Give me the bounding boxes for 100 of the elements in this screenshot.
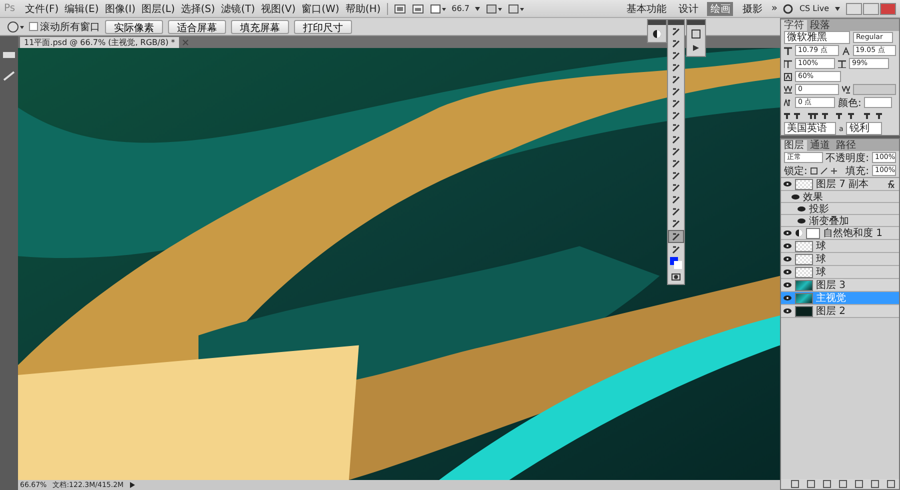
language-dropdown[interactable]: 美国英语 [784, 122, 836, 135]
layer-row[interactable]: 球 [781, 266, 899, 279]
layer-name: 图层 2 [816, 305, 846, 318]
menu-item[interactable]: 编辑(E) [64, 2, 99, 16]
scroll-all-windows-checkbox[interactable]: 滚动所有窗口 [29, 20, 100, 34]
layer-row[interactable]: 球 [781, 240, 899, 253]
tool-icon [671, 26, 681, 36]
layer-name: 球 [816, 266, 826, 279]
lock-options-icon[interactable] [810, 166, 840, 174]
tool-icon [671, 86, 681, 96]
tool-icon [671, 244, 681, 254]
zoom-preset-button[interactable]: 适合屏幕 [168, 20, 226, 34]
zoom-preset-button[interactable]: 实际像素 [105, 20, 163, 34]
kerning-icon [842, 86, 850, 94]
menu-item[interactable]: 图层(L) [142, 2, 175, 16]
eye-icon[interactable] [783, 230, 792, 236]
layer-thumbnail [795, 292, 813, 304]
eye-icon[interactable] [783, 295, 792, 301]
menu-item[interactable]: 图像(I) [104, 2, 136, 16]
screen-mode-icon[interactable] [508, 4, 524, 14]
workspace-tab[interactable]: 基本功能 [623, 2, 670, 16]
layer-row[interactable]: 图层 7 副本 [781, 178, 899, 191]
color-swatch-icon[interactable] [669, 256, 683, 270]
workspace-tab[interactable]: 设计 [675, 2, 702, 16]
menu-item[interactable]: 帮助(H) [345, 2, 381, 16]
menu-item[interactable]: 视图(V) [260, 2, 296, 16]
eye-icon[interactable] [783, 243, 792, 249]
menu-item[interactable]: 文件(F) [25, 2, 59, 16]
antialias-dropdown[interactable]: 锐利 [846, 122, 882, 135]
layer-row[interactable]: 自然饱和度 1 [781, 227, 899, 240]
adjustment-icon[interactable] [650, 28, 664, 39]
layer-name: 自然饱和度 1 [823, 226, 883, 240]
eye-icon[interactable] [783, 256, 792, 262]
adjustment-layer-icon [795, 229, 803, 237]
layer-thumbnail [795, 306, 813, 316]
tool-preset-icon[interactable] [2, 50, 16, 60]
kerning-field[interactable] [852, 84, 896, 95]
cs-live-button[interactable]: CS Live [799, 4, 829, 13]
opacity-label: 不透明度: [826, 152, 869, 164]
view-extras-icon[interactable] [430, 4, 446, 14]
tsume-icon [784, 72, 792, 80]
zoom-level-dropdown[interactable]: 66.7 [452, 4, 470, 13]
effect-name: 渐变叠加 [809, 214, 849, 228]
mini-bridge-icon[interactable] [412, 4, 424, 14]
history-icon[interactable] [689, 28, 703, 39]
panel-tab[interactable]: 字符 [781, 20, 807, 31]
menu-item[interactable]: 窗口(W) [302, 2, 340, 16]
tool-button[interactable] [668, 230, 684, 243]
panel-tab[interactable]: 路径 [833, 140, 859, 151]
tool-icon [671, 170, 681, 180]
layer-row[interactable]: 球 [781, 253, 899, 266]
menu-item[interactable]: 选择(S) [180, 2, 216, 16]
layer-thumbnail [795, 178, 813, 190]
zoom-preset-button[interactable]: 打印尺寸 [294, 20, 352, 34]
leading-icon [842, 46, 850, 54]
font-family-dropdown[interactable]: 微软雅黑 [784, 31, 850, 44]
tool-icon [671, 232, 681, 242]
zoom-preset-button[interactable]: 填充屏幕 [231, 20, 289, 34]
caret-icon[interactable] [835, 6, 840, 10]
layer-name: 球 [816, 240, 826, 253]
eye-icon[interactable] [783, 269, 792, 275]
effects-label: 效果 [803, 190, 823, 204]
arrange-documents-icon[interactable] [486, 4, 502, 14]
text-color-swatch[interactable] [864, 97, 892, 108]
tool-icon [671, 50, 681, 60]
panel-tab[interactable]: 段落 [807, 20, 833, 31]
window-controls[interactable] [846, 2, 896, 14]
layer-row[interactable]: 图层 2 [781, 305, 899, 318]
menu-item[interactable]: 滤镜(T) [221, 2, 255, 16]
hand-tool-icon[interactable] [6, 20, 24, 32]
caret-icon[interactable] [475, 6, 480, 10]
panel-grip-bar[interactable] [668, 20, 684, 25]
tool-icon [671, 122, 681, 132]
brush-preset-icon[interactable] [2, 70, 16, 82]
tool-icon [671, 38, 681, 48]
eye-icon[interactable] [783, 282, 792, 288]
panel-tab[interactable]: 图层 [781, 140, 807, 151]
more-workspaces-button[interactable]: » [771, 3, 778, 14]
color-label: 颜色: [838, 96, 862, 110]
workspace-tab[interactable]: 绘画 [707, 2, 734, 16]
panel-grip-bar[interactable] [687, 20, 705, 25]
effect-name: 投影 [809, 202, 829, 216]
tool-icon [671, 206, 681, 216]
eye-icon[interactable] [783, 181, 792, 187]
layer-row[interactable]: 图层 3 [781, 279, 899, 292]
document-tab[interactable]: 11平面.psd @ 66.7% (主视觉, RGB/8) * [20, 37, 179, 48]
layer-name: 图层 7 副本 [816, 178, 869, 191]
tool-icon [671, 194, 681, 204]
eye-icon[interactable] [783, 308, 792, 314]
panel-grip-bar[interactable] [648, 20, 666, 25]
vertical-scale-icon [784, 60, 792, 68]
fill-label: 填充: [846, 164, 869, 178]
status-menu-arrow-icon[interactable] [130, 482, 135, 488]
panel-tab[interactable]: 通道 [807, 140, 833, 151]
bridge-icon[interactable] [394, 4, 406, 14]
quick-mask-button[interactable] [669, 271, 683, 282]
tool-icon [671, 158, 681, 168]
workspace-tab[interactable]: 摄影 [739, 2, 766, 16]
layer-thumbnail [795, 280, 813, 290]
cs-live-icon[interactable] [783, 4, 794, 14]
